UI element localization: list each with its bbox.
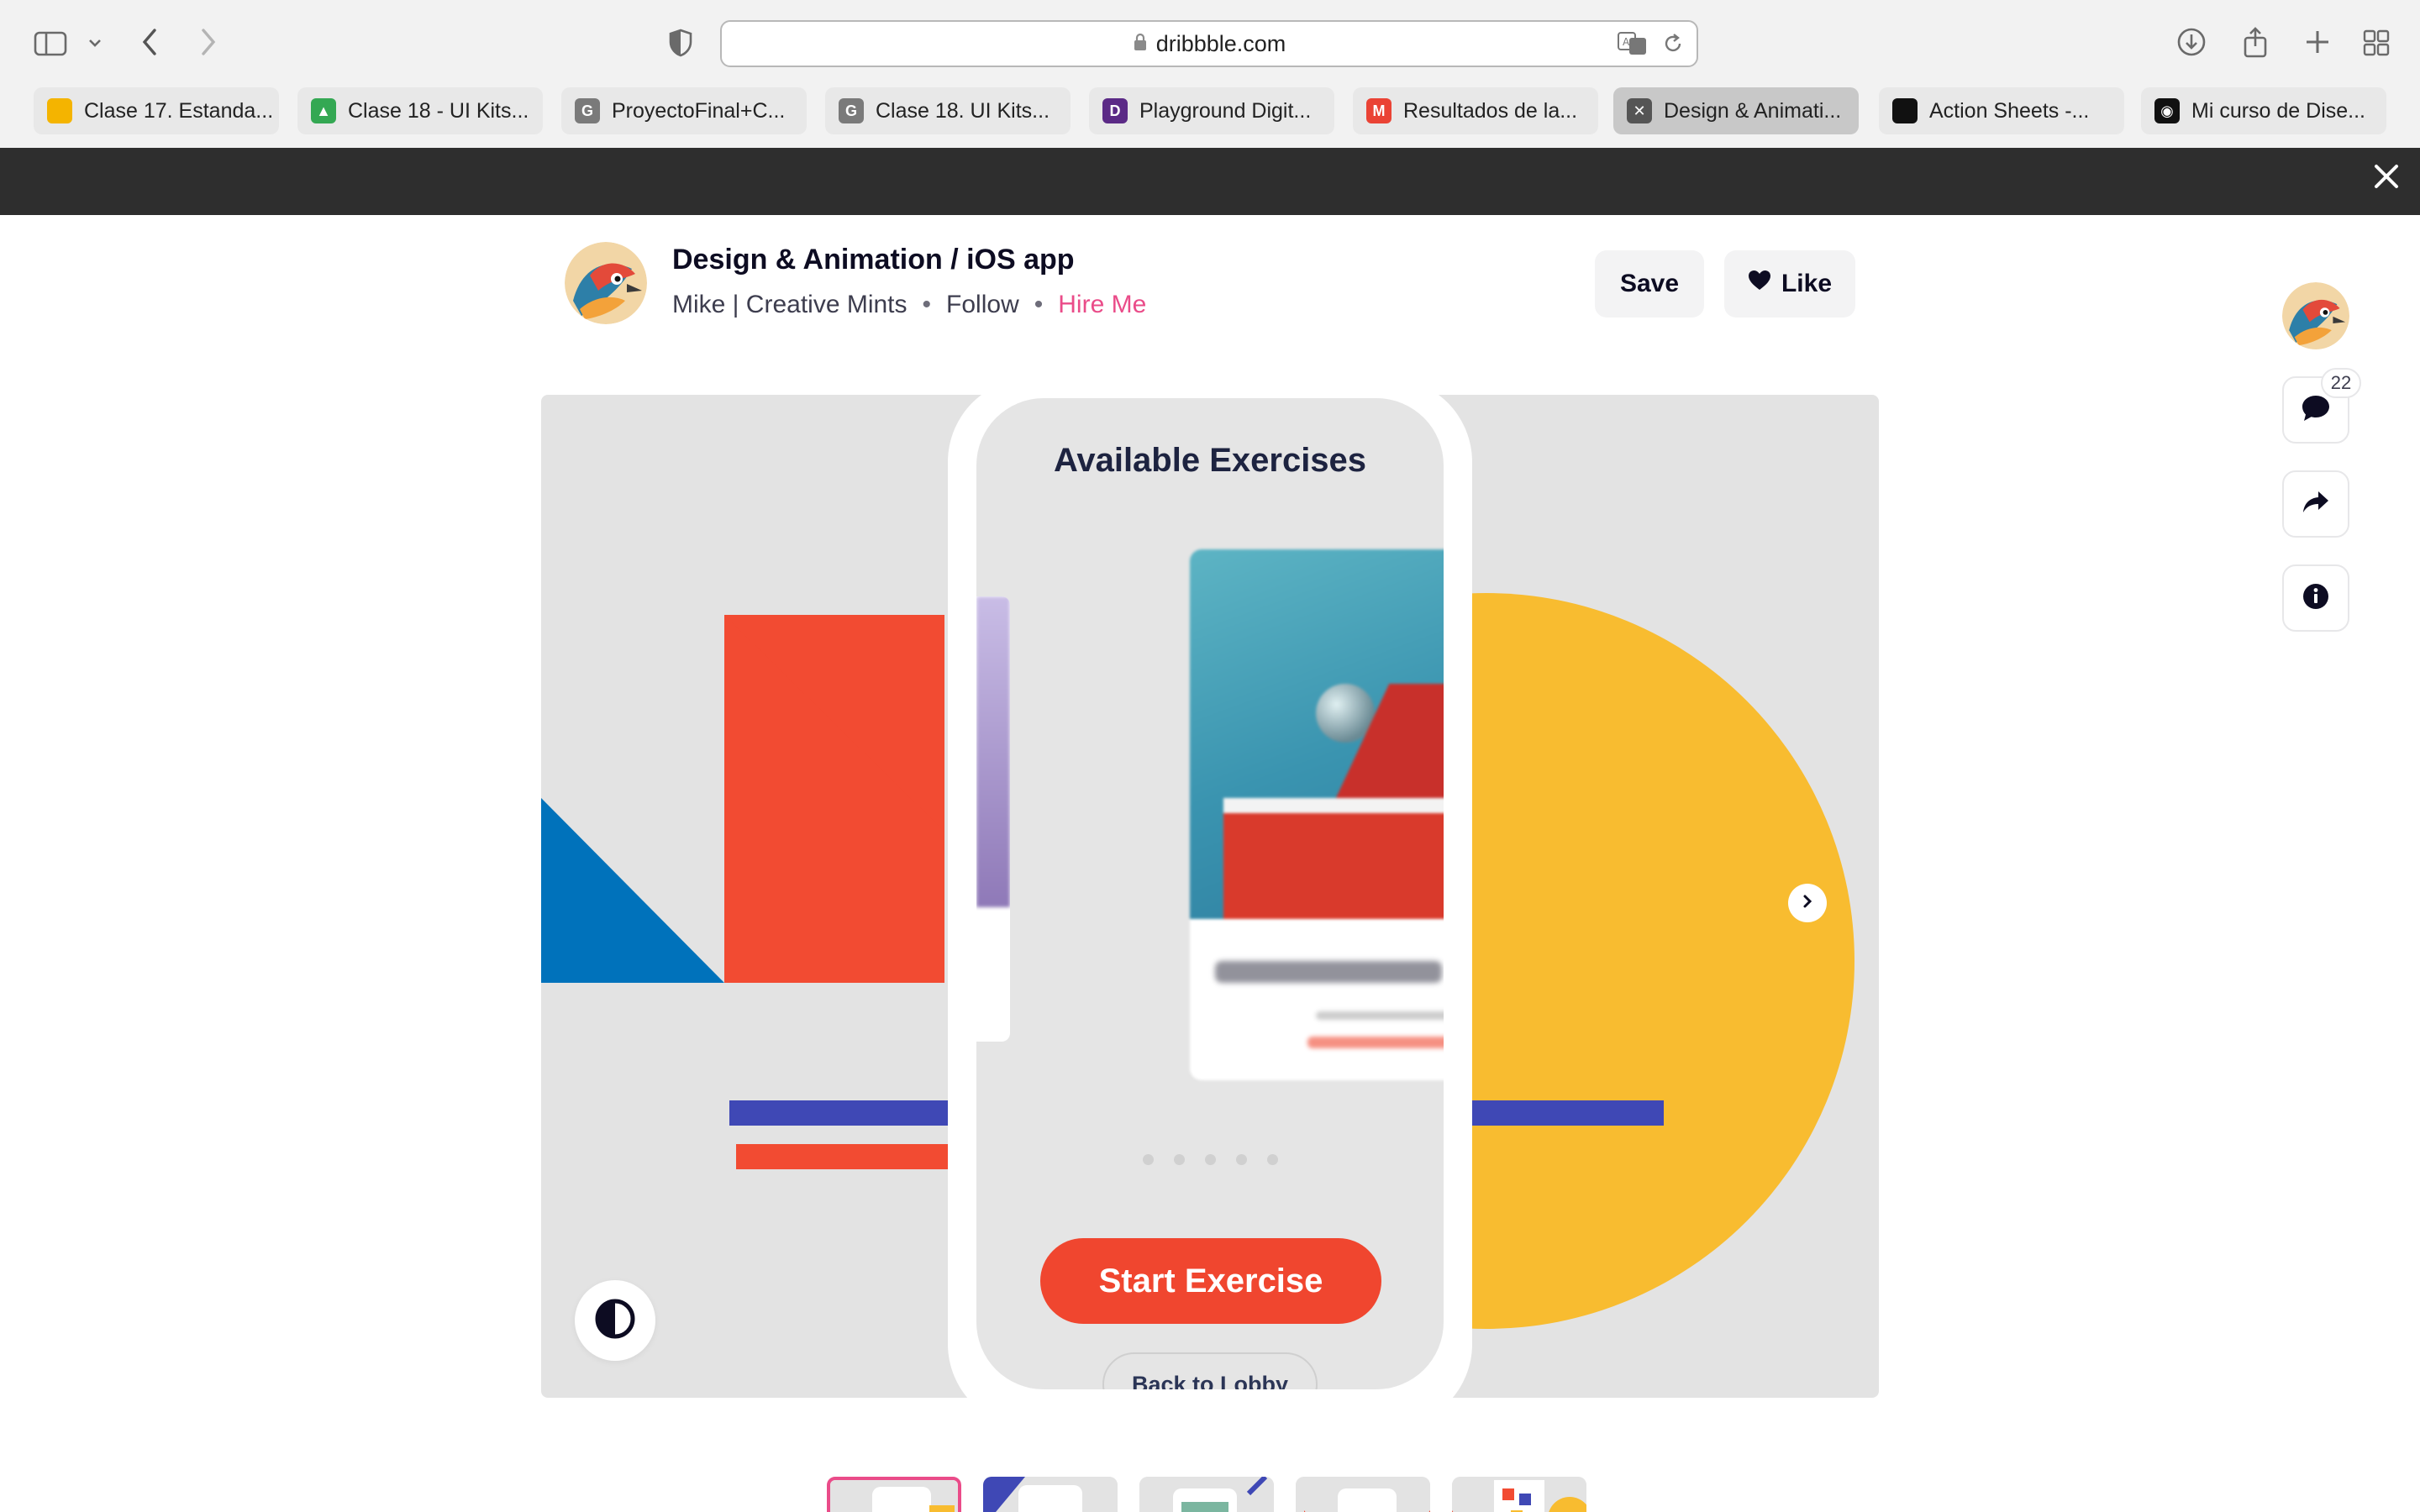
page-dot[interactable] <box>1235 1154 1247 1165</box>
shot-thumbnail[interactable] <box>1139 1477 1274 1512</box>
shot-byline: Mike | Creative Mints • Follow • Hire Me <box>672 291 1146 319</box>
shot-thumbnail[interactable] <box>1296 1477 1430 1512</box>
tab-label: Playground Digit... <box>1139 98 1312 123</box>
rail-author-avatar[interactable] <box>2282 282 2349 349</box>
tab-label: Clase 17. Estanda... <box>84 98 274 123</box>
reload-icon[interactable] <box>1658 29 1688 59</box>
tab-favicon-icon: M <box>1366 98 1392 123</box>
back-to-lobby-button[interactable]: Back to Lobby <box>1102 1352 1318 1389</box>
blue-triangle-shape <box>541 798 724 983</box>
share-icon[interactable] <box>2238 24 2272 60</box>
shot-thumbnails <box>827 1477 1586 1512</box>
tab-label: Mi curso de Dise... <box>2191 98 2366 123</box>
share-button[interactable] <box>2282 470 2349 538</box>
tab-overview-icon[interactable] <box>2360 27 2393 59</box>
details-button[interactable] <box>2282 564 2349 632</box>
shot-media: Available Exercises Start Exercise Back … <box>541 395 1879 1398</box>
browser-tab[interactable]: G Clase 18. UI Kits... <box>825 87 1071 134</box>
back-to-lobby-label: Back to Lobby <box>1131 1371 1289 1390</box>
tab-label: Clase 18 - UI Kits... <box>348 98 529 123</box>
separator-dot: • <box>922 291 932 318</box>
tab-favicon-icon: ▲ <box>311 98 336 123</box>
url-text: dribbble.com <box>1155 30 1286 56</box>
browser-tab[interactable]: M Resultados de la... <box>1353 87 1598 134</box>
shot-thumbnail[interactable] <box>983 1477 1118 1512</box>
new-tab-icon[interactable] <box>2301 25 2334 59</box>
privacy-shield-icon[interactable] <box>666 27 696 59</box>
browser-tab[interactable]: D Playground Digit... <box>1089 87 1334 134</box>
separator-dot: • <box>1034 291 1044 318</box>
contrast-toggle-button[interactable] <box>575 1280 655 1361</box>
author-avatar[interactable] <box>565 242 647 324</box>
modal-backdrop[interactable] <box>0 148 2420 215</box>
phone-mockup: Available Exercises Start Exercise Back … <box>948 395 1472 1398</box>
close-icon[interactable] <box>2371 161 2402 192</box>
contrast-icon <box>594 1298 636 1344</box>
save-button-label: Save <box>1619 270 1680 297</box>
browser-tab[interactable]: ◉ Mi curso de Dise... <box>2141 87 2386 134</box>
browser-tab[interactable]: Clase 17. Estanda... <box>34 87 279 134</box>
tab-favicon-icon: ◉ <box>2154 98 2180 123</box>
page-dot[interactable] <box>1173 1154 1185 1165</box>
sidebar-toggle-icon[interactable] <box>32 29 69 59</box>
like-button-label: Like <box>1781 270 1833 297</box>
tab-label: Resultados de la... <box>1403 98 1578 123</box>
tab-label: Design & Animati... <box>1664 98 1842 123</box>
comment-icon <box>2301 394 2331 427</box>
comment-count-badge: 22 <box>2321 368 2361 398</box>
address-bar[interactable]: dribbble.com A <box>720 20 1698 67</box>
exercises-heading: Available Exercises <box>1053 442 1367 479</box>
blue-stripe-left <box>729 1100 956 1126</box>
tab-label: ProyectoFinal+C... <box>612 98 786 123</box>
red-stripe-left <box>736 1144 963 1169</box>
browser-chrome: dribbble.com A Clase 17. Estanda... ▲ Clas… <box>0 0 2420 148</box>
heart-icon <box>1748 270 1771 298</box>
tab-favicon-icon <box>1892 98 1918 123</box>
shot-thumbnail[interactable] <box>827 1477 961 1512</box>
save-button[interactable]: Save <box>1595 250 1704 318</box>
next-slide-button[interactable] <box>1788 884 1827 922</box>
start-exercise-label: Start Exercise <box>1098 1262 1323 1299</box>
hire-me-link[interactable]: Hire Me <box>1058 291 1146 319</box>
browser-tab[interactable]: G ProyectoFinal+C... <box>561 87 807 134</box>
info-icon <box>2302 582 2330 615</box>
downloads-icon[interactable] <box>2175 25 2208 59</box>
chevron-down-icon[interactable] <box>84 32 106 54</box>
svg-text:A: A <box>1623 36 1630 48</box>
tab-label: Clase 18. UI Kits... <box>876 98 1050 123</box>
follow-link[interactable]: Follow <box>946 291 1019 319</box>
shot-thumbnail[interactable] <box>1452 1477 1586 1512</box>
forward-icon[interactable] <box>193 25 224 59</box>
exercise-card-peek[interactable] <box>976 596 1010 1042</box>
like-button[interactable]: Like <box>1724 250 1855 318</box>
back-icon[interactable] <box>134 25 165 59</box>
chevron-right-icon <box>1800 894 1815 913</box>
page-dot[interactable] <box>1266 1154 1278 1165</box>
tab-favicon-icon: G <box>839 98 864 123</box>
blue-stripe-right <box>1470 1100 1664 1126</box>
translate-icon[interactable]: A <box>1616 29 1649 59</box>
tab-favicon-icon: ✕ <box>1627 98 1652 123</box>
author-name-link[interactable]: Mike | Creative Mints <box>672 291 908 319</box>
shot-title: Design & Animation / iOS app <box>672 244 1075 276</box>
exercise-card[interactable] <box>1190 549 1444 1080</box>
tab-favicon-icon: D <box>1102 98 1128 123</box>
page-indicator <box>976 1154 1444 1165</box>
phone-screen: Available Exercises Start Exercise Back … <box>976 398 1444 1389</box>
share-arrow-icon <box>2302 490 2330 519</box>
start-exercise-button[interactable]: Start Exercise <box>1040 1238 1381 1324</box>
tab-favicon-icon: G <box>575 98 600 123</box>
tab-favicon-icon <box>47 98 72 123</box>
lock-icon <box>1133 31 1148 57</box>
browser-tab[interactable]: ✕ Design & Animati... <box>1613 87 1859 134</box>
tab-label: Action Sheets -... <box>1929 98 2090 123</box>
page-dot[interactable] <box>1204 1154 1216 1165</box>
browser-tab[interactable]: Action Sheets -... <box>1879 87 2124 134</box>
page-dot[interactable] <box>1142 1154 1154 1165</box>
browser-tab[interactable]: ▲ Clase 18 - UI Kits... <box>297 87 543 134</box>
